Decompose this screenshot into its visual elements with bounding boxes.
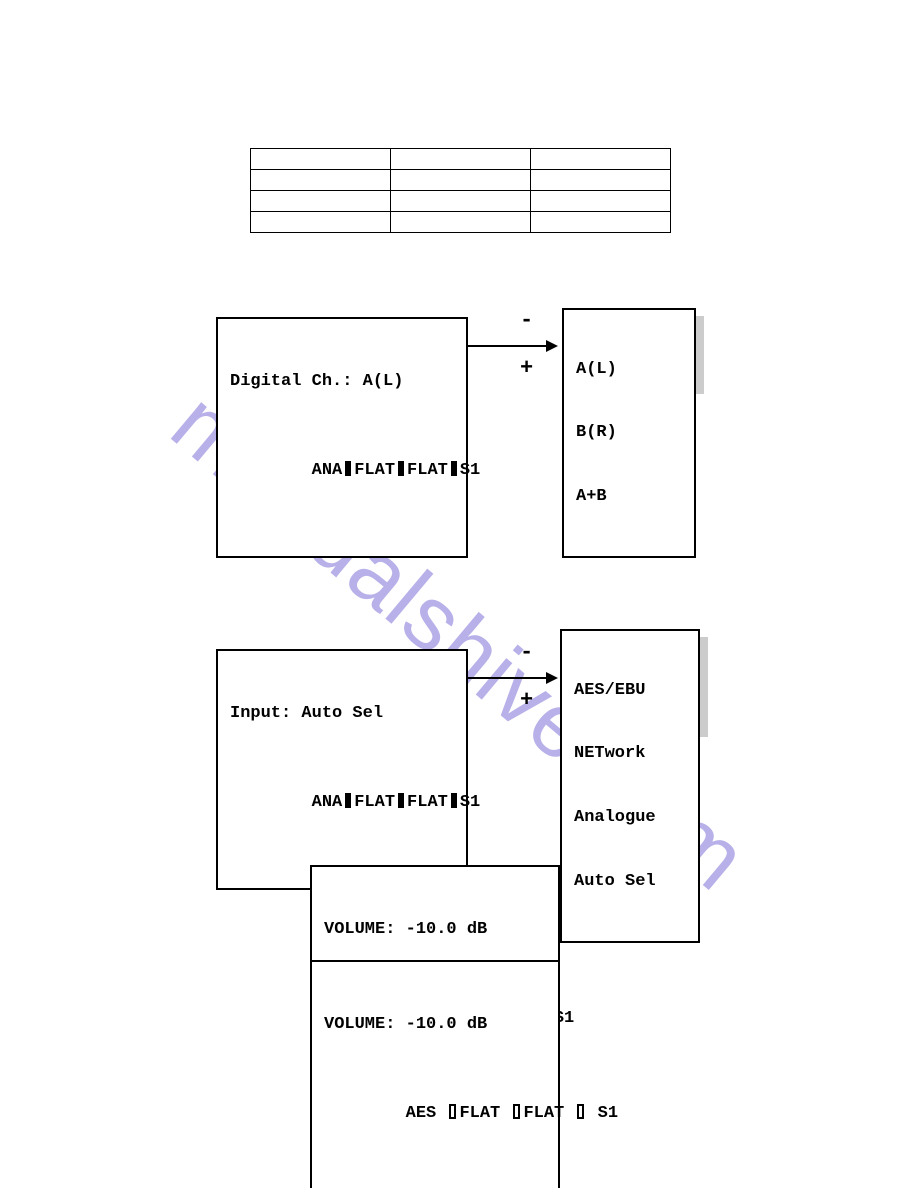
arrow-icon	[468, 336, 560, 356]
lcd-line1: VOLUME: -10.0 dB	[324, 919, 548, 941]
lcd-status-line: AES FLAT FLAT S1	[324, 1080, 548, 1146]
option-item: Auto Sel	[574, 871, 688, 892]
plus-sign: +	[520, 358, 533, 380]
lcd-box-volume-hollow: VOLUME: -10.0 dB AES FLAT FLAT S1	[310, 960, 560, 1188]
minus-sign: -	[520, 642, 533, 664]
option-item: A(L)	[576, 359, 684, 380]
option-item: AES/EBU	[574, 680, 688, 701]
arrow-icon	[468, 668, 560, 688]
lcd-line1: Digital Ch.: A(L)	[230, 371, 456, 393]
options-box-input: AES/EBU NETwork Analogue Auto Sel	[560, 629, 700, 943]
option-item: NETwork	[574, 743, 688, 764]
lcd-status-line: ANAFLATFLATS1	[230, 769, 456, 835]
lcd-status-line: ANAFLATFLATS1	[230, 437, 456, 503]
options-box-digital-ch: A(L) B(R) A+B	[562, 308, 696, 558]
minus-sign: -	[520, 310, 533, 332]
option-item: A+B	[576, 486, 684, 507]
lcd-box-digital-ch: Digital Ch.: A(L) ANAFLATFLATS1	[216, 317, 468, 558]
lcd-line1: VOLUME: -10.0 dB	[324, 1014, 548, 1036]
option-item: B(R)	[576, 422, 684, 443]
lcd-line1: Input: Auto Sel	[230, 703, 456, 725]
lcd-box-input: Input: Auto Sel ANAFLATFLATS1	[216, 649, 468, 890]
empty-table	[250, 148, 671, 233]
plus-sign: +	[520, 690, 533, 712]
option-item: Analogue	[574, 807, 688, 828]
